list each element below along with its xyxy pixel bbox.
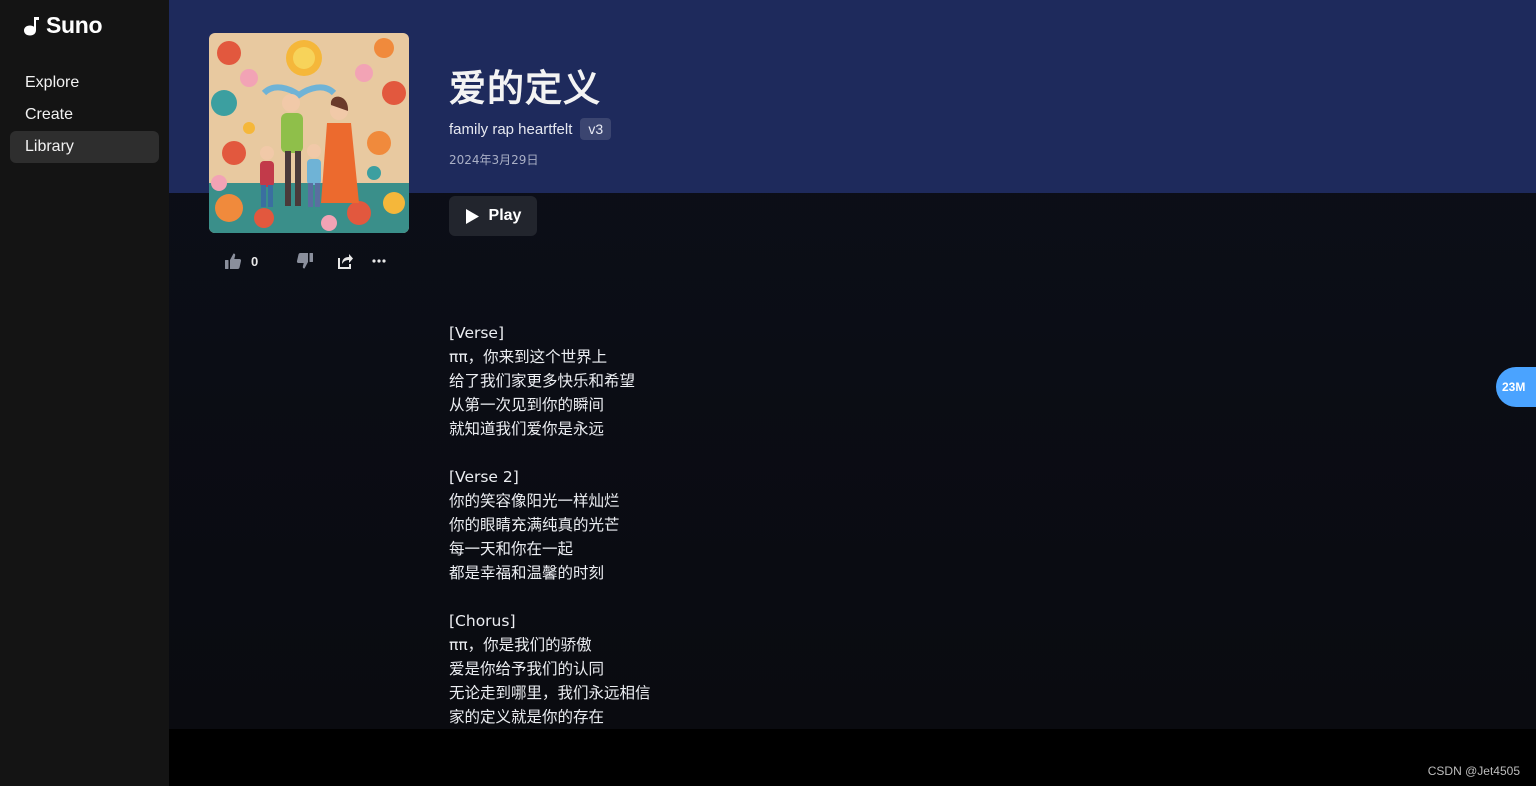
- lyric-line: 给了我们家更多快乐和希望: [449, 372, 636, 390]
- cover-art-illustration: [209, 33, 409, 233]
- brand-name: Suno: [46, 12, 103, 38]
- lyric-line: 家的定义就是你的存在: [449, 708, 605, 726]
- sidebar-item-create[interactable]: Create: [10, 99, 159, 131]
- lyric-line: ππ，你来到这个世界上: [449, 348, 608, 366]
- lyric-line: 你的笑容像阳光一样灿烂: [449, 492, 620, 510]
- song-meta: family rap heartfelt v3: [449, 118, 612, 140]
- play-button[interactable]: Play: [449, 196, 537, 236]
- song-page: 爱的定义 family rap heartfelt v3 2024年3月29日 …: [169, 0, 1536, 729]
- lyric-line: [Verse 2]: [449, 468, 519, 486]
- lyric-line: 爱是你给予我们的认同: [449, 660, 605, 678]
- like-button[interactable]: 0: [224, 252, 258, 270]
- song-title: 爱的定义: [449, 67, 601, 110]
- lyric-line: ππ，你是我们的骄傲: [449, 636, 592, 654]
- sidebar-item-library[interactable]: Library: [10, 131, 159, 163]
- like-count: 0: [251, 253, 259, 269]
- share-button[interactable]: [336, 252, 354, 270]
- floating-speed-badge[interactable]: 23M: [1496, 367, 1536, 407]
- song-actions: 0: [224, 250, 388, 272]
- lyric-line: 无论走到哪里，我们永远相信: [449, 684, 651, 702]
- lyric-line: [Verse]: [449, 324, 505, 342]
- lyric-line: 就知道我们爱你是永远: [449, 420, 605, 438]
- more-icon: [372, 259, 386, 263]
- lyrics: [Verse] ππ，你来到这个世界上 给了我们家更多快乐和希望 从第一次见到你…: [449, 321, 1049, 729]
- version-badge: v3: [580, 118, 612, 140]
- watermark: CSDN @Jet4505: [1427, 764, 1520, 778]
- lyric-line: [Chorus]: [449, 612, 516, 630]
- lyric-line: 你的眼睛充满纯真的光芒: [449, 516, 620, 534]
- suno-logo-icon: [24, 16, 39, 35]
- song-tags[interactable]: family rap heartfelt: [449, 121, 572, 138]
- lyric-line: [449, 441, 1049, 465]
- sidebar-item-explore[interactable]: Explore: [10, 67, 159, 99]
- sidebar-nav: Explore Create Library: [10, 67, 159, 163]
- dislike-button[interactable]: [296, 252, 314, 270]
- sidebar: Suno Explore Create Library: [0, 0, 169, 786]
- play-icon: [465, 208, 479, 224]
- play-button-label: Play: [488, 207, 522, 224]
- song-date: 2024年3月29日: [449, 153, 539, 167]
- thumbs-down-icon: [297, 253, 314, 269]
- share-icon: [338, 254, 354, 269]
- cover-art[interactable]: [209, 33, 409, 233]
- more-options-button[interactable]: [370, 252, 388, 270]
- lyric-line: 每一天和你在一起: [449, 540, 574, 558]
- lyric-line: 从第一次见到你的瞬间: [449, 396, 605, 414]
- brand-logo[interactable]: Suno: [22, 12, 103, 39]
- thumbs-up-icon: [225, 253, 242, 269]
- lyric-line: 都是幸福和温馨的时刻: [449, 564, 605, 582]
- lyric-line: [449, 585, 1049, 609]
- app-root: Suno Explore Create Library 爱的定义 family …: [0, 0, 1536, 786]
